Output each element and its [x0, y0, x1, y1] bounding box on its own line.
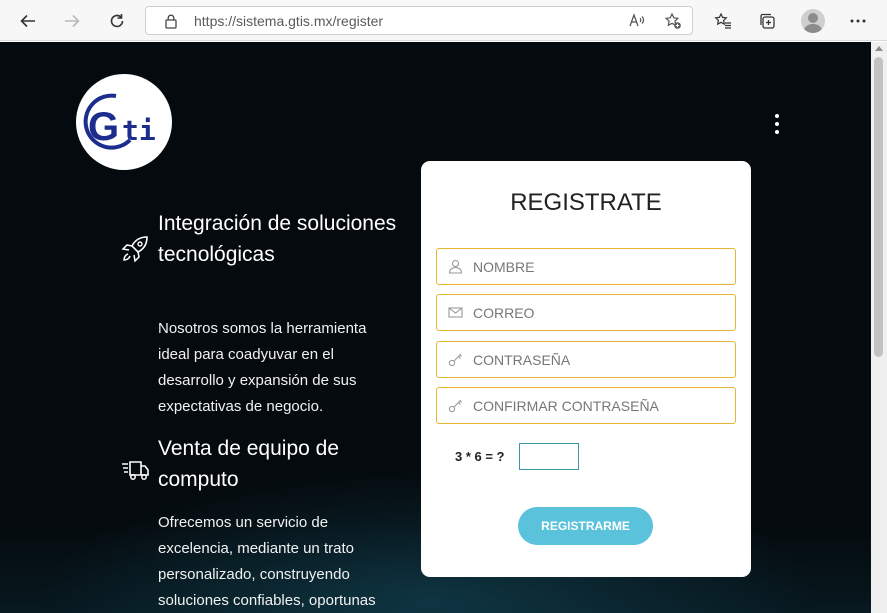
- profile-icon[interactable]: [801, 9, 825, 33]
- scroll-up-icon[interactable]: [875, 46, 883, 51]
- feature-title: Venta de equipo de computo: [158, 437, 340, 491]
- favorites-icon[interactable]: [708, 6, 738, 36]
- browser-toolbar: https://sistema.gtis.mx/register: [0, 0, 887, 41]
- key-icon: [437, 342, 473, 377]
- menu-kebab-icon[interactable]: [770, 114, 784, 134]
- page-viewport: G ti Integración de soluciones tecnológi…: [0, 42, 871, 613]
- password-input[interactable]: [473, 342, 735, 377]
- url-text[interactable]: https://sistema.gtis.mx/register: [194, 13, 383, 29]
- rocket-icon: [121, 236, 148, 263]
- user-icon: [437, 249, 473, 284]
- svg-text:ti: ti: [122, 114, 156, 147]
- collections-icon[interactable]: [752, 6, 782, 36]
- feature-text: Ofrecemos un servicio de excelencia, med…: [158, 514, 376, 609]
- lock-icon[interactable]: [163, 13, 179, 29]
- captcha-input[interactable]: [519, 443, 579, 470]
- feature-title: Integración de soluciones tecnológicas: [158, 212, 397, 266]
- svg-text:G: G: [88, 105, 119, 149]
- name-input[interactable]: [473, 249, 735, 284]
- forward-icon[interactable]: [57, 6, 87, 36]
- envelope-icon: [437, 295, 473, 330]
- register-button[interactable]: REGISTRARME: [518, 507, 653, 545]
- confirm-password-field[interactable]: [436, 387, 736, 424]
- confirm-password-input[interactable]: [473, 388, 735, 423]
- address-bar[interactable]: https://sistema.gtis.mx/register: [145, 6, 693, 35]
- scrollbar-thumb[interactable]: [874, 57, 883, 357]
- feature-text: Nosotros somos la herramienta ideal para…: [158, 320, 367, 415]
- more-icon[interactable]: [843, 6, 873, 36]
- email-field[interactable]: [436, 294, 736, 331]
- delivery-truck-icon: [122, 461, 149, 480]
- name-field[interactable]: [436, 248, 736, 285]
- add-favorite-icon[interactable]: [664, 12, 682, 30]
- form-title: REGISTRATE: [510, 189, 662, 216]
- register-card: REGISTRATE 3 * 6 = ?: [421, 161, 751, 577]
- email-input[interactable]: [473, 295, 735, 330]
- back-icon[interactable]: [13, 6, 43, 36]
- password-field[interactable]: [436, 341, 736, 378]
- key-icon: [437, 388, 473, 423]
- captcha-question: 3 * 6 = ?: [455, 449, 505, 464]
- gti-logo[interactable]: G ti: [76, 74, 172, 170]
- reload-icon[interactable]: [102, 6, 132, 36]
- read-aloud-icon[interactable]: [628, 12, 646, 30]
